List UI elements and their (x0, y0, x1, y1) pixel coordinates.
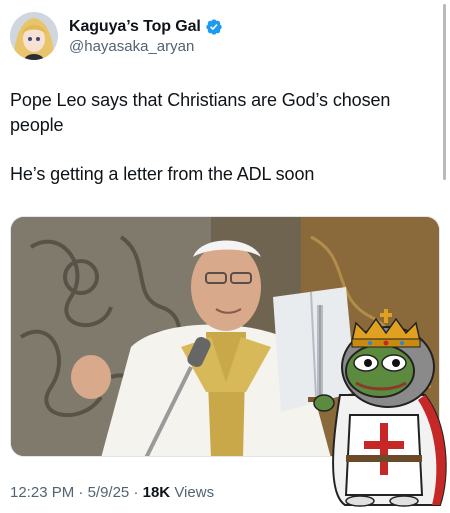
meta-separator: · (129, 484, 143, 501)
tweet-header: Kaguya’s Top Gal @hayasaka_aryan (10, 12, 223, 60)
avatar[interactable] (10, 12, 58, 60)
pepe-knight-sticker (300, 305, 450, 508)
views-label: Views (170, 484, 215, 501)
tweet-date[interactable]: 5/9/25 (88, 484, 130, 501)
verified-badge-icon (205, 18, 223, 36)
tweet-text: Pope Leo says that Christians are God’s … (10, 88, 435, 187)
scrollbar[interactable] (443, 4, 446, 180)
tweet-paragraph: Pope Leo says that Christians are God’s … (10, 90, 391, 135)
user-handle[interactable]: @hayasaka_aryan (69, 38, 223, 55)
views-count: 18K (142, 484, 171, 501)
display-name[interactable]: Kaguya’s Top Gal (69, 18, 201, 36)
meta-separator: · (74, 484, 88, 501)
tweet-paragraph: He’s getting a letter from the ADL soon (10, 164, 315, 184)
tweet-time[interactable]: 12:23 PM (10, 484, 74, 501)
tweet-meta: 12:23 PM · 5/9/25 · 18K Views (10, 484, 214, 501)
